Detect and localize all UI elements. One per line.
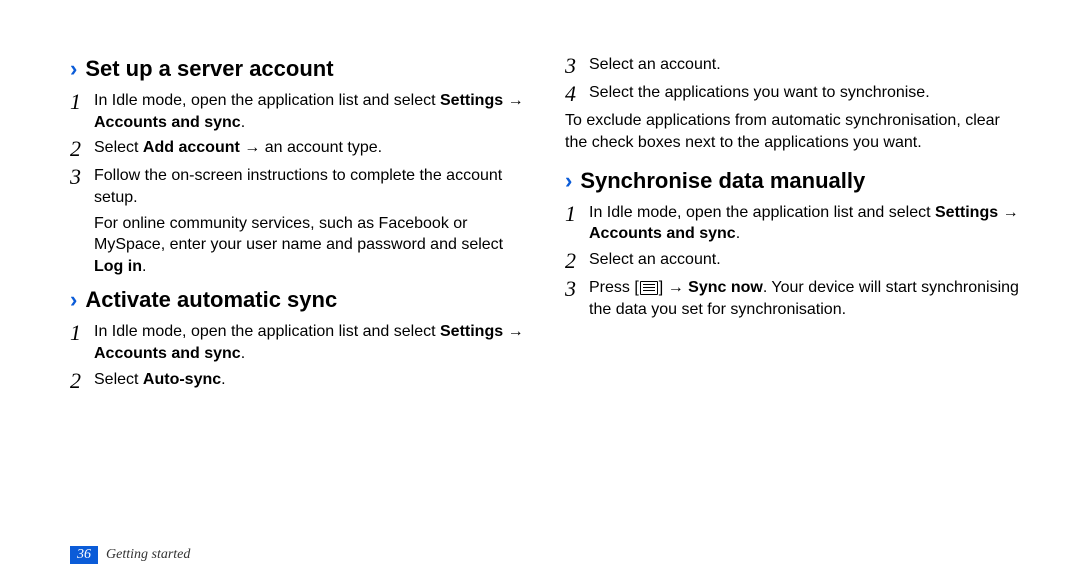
step-text: Select an account. [589, 249, 721, 271]
step: 3Follow the on-screen instructions to co… [70, 165, 525, 208]
manual-page: › Set up a server account 1In Idle mode,… [0, 0, 1080, 586]
step-number: 1 [70, 321, 94, 345]
step-number: 3 [70, 165, 94, 189]
step-text: Select the applications you want to sync… [589, 82, 930, 104]
note-bold: Log in [94, 258, 142, 275]
step: 2Select Add account → an account type. [70, 137, 525, 161]
step-number: 2 [70, 137, 94, 161]
left-column: › Set up a server account 1In Idle mode,… [70, 50, 525, 397]
step-number: 3 [565, 54, 589, 78]
section-note: For online community services, such as F… [94, 213, 525, 278]
step-list: 1In Idle mode, open the application list… [565, 202, 1020, 321]
note-text: For online community services, such as F… [94, 215, 503, 254]
step: 1In Idle mode, open the application list… [70, 90, 525, 133]
step-text: Select an account. [589, 54, 721, 76]
section-heading: › Set up a server account [70, 56, 525, 82]
page-footer: 36 Getting started [70, 546, 190, 564]
step-text: In Idle mode, open the application list … [94, 90, 525, 133]
step-text: In Idle mode, open the application list … [589, 202, 1020, 245]
two-column-layout: › Set up a server account 1In Idle mode,… [70, 50, 1020, 397]
step-text: In Idle mode, open the application list … [94, 321, 525, 364]
menu-icon [640, 281, 658, 295]
step-list: 3Select an account.4Select the applicati… [565, 54, 1020, 106]
step: 3Select an account. [565, 54, 1020, 78]
page-number-badge: 36 [70, 546, 98, 564]
step: 4Select the applications you want to syn… [565, 82, 1020, 106]
chevron-right-icon: › [565, 168, 572, 194]
note-text: . [142, 258, 146, 275]
step-list: 1In Idle mode, open the application list… [70, 90, 525, 209]
heading-text: Activate automatic sync [85, 287, 337, 313]
step-number: 2 [565, 249, 589, 273]
step-text: Follow the on-screen instructions to com… [94, 165, 525, 208]
paragraph: To exclude applications from automatic s… [565, 110, 1020, 153]
step-number: 1 [70, 90, 94, 114]
step-number: 4 [565, 82, 589, 106]
step-number: 1 [565, 202, 589, 226]
heading-text: Synchronise data manually [580, 168, 865, 194]
step: 1In Idle mode, open the application list… [565, 202, 1020, 245]
step-number: 3 [565, 277, 589, 301]
footer-section-label: Getting started [106, 547, 190, 563]
right-column: 3Select an account.4Select the applicati… [565, 50, 1020, 397]
step-list: 1In Idle mode, open the application list… [70, 321, 525, 392]
step: 1In Idle mode, open the application list… [70, 321, 525, 364]
step: 2Select an account. [565, 249, 1020, 273]
heading-text: Set up a server account [85, 56, 333, 82]
section-heading: › Synchronise data manually [565, 168, 1020, 194]
step-text: Select Add account → an account type. [94, 137, 382, 159]
chevron-right-icon: › [70, 56, 77, 82]
section-heading: › Activate automatic sync [70, 287, 525, 313]
step-text: Press [] → Sync now. Your device will st… [589, 277, 1020, 320]
step: 3Press [] → Sync now. Your device will s… [565, 277, 1020, 320]
chevron-right-icon: › [70, 287, 77, 313]
step-text: Select Auto-sync. [94, 369, 226, 391]
step: 2Select Auto-sync. [70, 369, 525, 393]
step-number: 2 [70, 369, 94, 393]
